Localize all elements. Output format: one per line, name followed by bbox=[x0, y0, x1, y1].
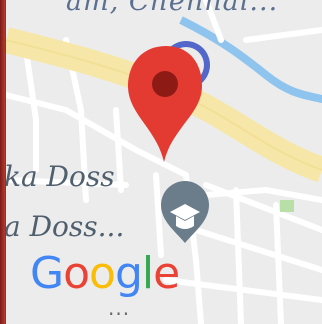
map-thumbnail-frame: am, Chennai... ka Doss a Doss... Google … bbox=[0, 0, 322, 324]
google-logo-letter: o bbox=[89, 248, 116, 299]
map-view[interactable]: am, Chennai... ka Doss a Doss... Google … bbox=[6, 0, 322, 324]
place-label-secondary[interactable]: a Doss... bbox=[6, 210, 124, 243]
google-logo: Google bbox=[30, 248, 180, 299]
park-area bbox=[280, 200, 294, 212]
google-logo-letter: G bbox=[30, 248, 64, 299]
google-logo-letter: l bbox=[141, 248, 154, 299]
more-indicator: ... bbox=[108, 296, 131, 320]
area-label: am, Chennai... bbox=[66, 0, 279, 17]
google-logo-letter: o bbox=[63, 248, 90, 299]
place-label-primary[interactable]: ka Doss bbox=[6, 160, 115, 193]
google-logo-letter: e bbox=[153, 248, 180, 299]
google-logo-letter: g bbox=[114, 248, 143, 299]
